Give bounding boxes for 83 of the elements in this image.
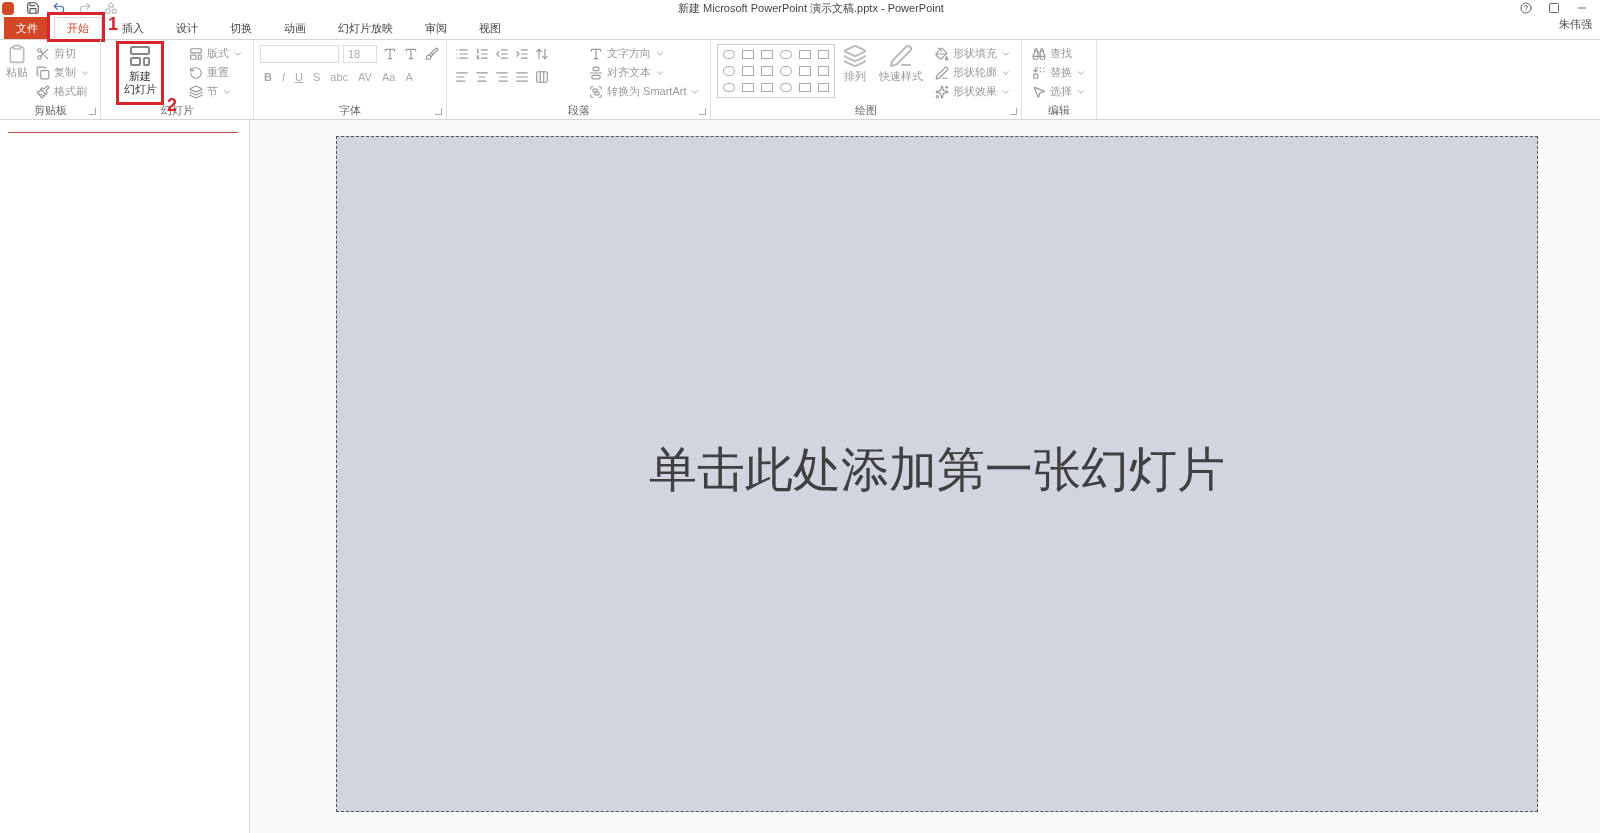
undo-icon[interactable] xyxy=(52,1,66,15)
ribbon-tab[interactable]: 审阅 xyxy=(413,17,459,39)
clipboard-icon xyxy=(7,44,27,64)
redo-icon[interactable] xyxy=(78,1,92,15)
font-size-field[interactable]: 18 xyxy=(342,44,378,63)
find-button[interactable]: 查找 xyxy=(1028,44,1091,63)
format-glyph[interactable]: AV xyxy=(358,69,372,86)
pen-icon xyxy=(889,44,914,68)
shape-effects-button[interactable]: 形状效果 xyxy=(931,82,1016,101)
button-label-line: 新建 xyxy=(129,70,151,83)
new-slide-button[interactable]: 新建 幻灯片 xyxy=(119,44,161,102)
file-tab[interactable]: 文件 xyxy=(4,17,50,39)
format-glyph[interactable]: B xyxy=(264,69,272,86)
arrange-button[interactable]: 排列 xyxy=(839,44,872,103)
format-painter-icon xyxy=(36,84,50,99)
ribbon-tab[interactable]: 幻灯片放映 xyxy=(326,17,405,39)
ribbon-tab[interactable]: 视图 xyxy=(467,17,513,39)
annotation-frame xyxy=(47,12,105,42)
window-title: 新建 Microsoft PowerPoint 演示文稿.pptx - PowerPoint xyxy=(678,1,944,16)
touch-mode-icon[interactable] xyxy=(104,1,118,15)
group-label: 绘图 xyxy=(855,103,878,118)
shape-fill-button[interactable]: 形状填充 xyxy=(931,44,1016,63)
format-glyph[interactable]: Aa xyxy=(381,69,396,86)
text-direction-button[interactable]: 文字方向 xyxy=(585,44,705,63)
button-label-line: 幻灯片 xyxy=(123,83,157,96)
text-direction-icon xyxy=(589,46,603,61)
group-label: 字体 xyxy=(339,103,361,118)
format-glyph[interactable]: I xyxy=(281,69,285,86)
shape-outline-icon xyxy=(935,65,950,80)
app-logo-icon xyxy=(2,1,14,15)
group-label: 剪贴板 xyxy=(33,103,67,118)
quick-styles-button[interactable]: 快速样式 xyxy=(875,44,928,103)
annotation-number: 1 xyxy=(108,15,118,33)
align-text-icon xyxy=(589,65,603,80)
layers-icon xyxy=(843,44,868,68)
format-glyph[interactable]: A xyxy=(405,69,413,86)
group-label: 段落 xyxy=(567,103,590,118)
replace-button[interactable]: 替换 xyxy=(1028,63,1091,82)
select-icon xyxy=(1032,84,1047,99)
shape-effects-icon xyxy=(935,84,950,99)
cut-button[interactable]: 剪切 xyxy=(32,44,94,63)
section-icon xyxy=(189,84,203,99)
section-button[interactable]: 节 xyxy=(185,82,247,101)
smartart-button[interactable]: 转换为 SmartArt xyxy=(585,82,705,101)
find-icon xyxy=(1032,46,1047,61)
font-name-field[interactable] xyxy=(260,44,339,63)
annotation-frame xyxy=(116,41,164,105)
dialog-launcher-icon[interactable] xyxy=(435,108,442,115)
format-glyph[interactable]: U xyxy=(295,69,303,86)
cut-icon xyxy=(36,46,50,61)
group-label: 编辑 xyxy=(1048,103,1071,118)
format-glyph[interactable]: abc xyxy=(330,69,349,86)
dialog-launcher-icon[interactable] xyxy=(1010,108,1018,115)
shape-outline-button[interactable]: 形状轮廓 xyxy=(931,63,1016,82)
format-glyph[interactable]: S xyxy=(312,69,321,86)
reset-icon xyxy=(189,65,203,80)
help-icon[interactable] xyxy=(1520,2,1532,14)
ribbon-display-icon[interactable] xyxy=(1548,2,1560,14)
layout-button[interactable]: 版式 xyxy=(185,44,247,63)
slide-layout-icon xyxy=(128,44,152,68)
select-button[interactable]: 选择 xyxy=(1028,82,1091,101)
dialog-launcher-icon[interactable] xyxy=(89,108,96,115)
shapes-gallery[interactable] xyxy=(717,44,836,98)
layout-icon xyxy=(189,46,203,61)
reset-button[interactable]: 重置 xyxy=(185,63,247,82)
user-name[interactable]: 朱伟强 xyxy=(1559,16,1592,33)
format-painter-button[interactable]: 格式刷 xyxy=(32,82,94,101)
shape-fill-icon xyxy=(935,46,950,61)
align-text-button[interactable]: 对齐文本 xyxy=(585,63,705,82)
dialog-launcher-icon[interactable] xyxy=(699,108,707,115)
ribbon-tab[interactable]: 切换 xyxy=(218,17,264,39)
slide[interactable]: 单击此处添加第一张幻灯片 xyxy=(336,136,1538,812)
copy-button[interactable]: 复制 xyxy=(32,63,94,82)
clear-formatting-icon[interactable] xyxy=(423,44,440,63)
paste-button[interactable]: 粘贴 xyxy=(6,44,28,103)
replace-icon xyxy=(1032,65,1047,80)
ribbon-tab[interactable]: 开始 xyxy=(54,16,102,39)
copy-icon xyxy=(36,65,50,80)
title-placeholder[interactable]: 单击此处添加第一张幻灯片 xyxy=(649,434,1225,506)
ribbon-tab[interactable]: 动画 xyxy=(272,17,318,39)
smartart-icon xyxy=(589,84,603,99)
ribbon-tab[interactable]: 设计 xyxy=(164,17,210,39)
save-icon[interactable] xyxy=(26,1,40,15)
